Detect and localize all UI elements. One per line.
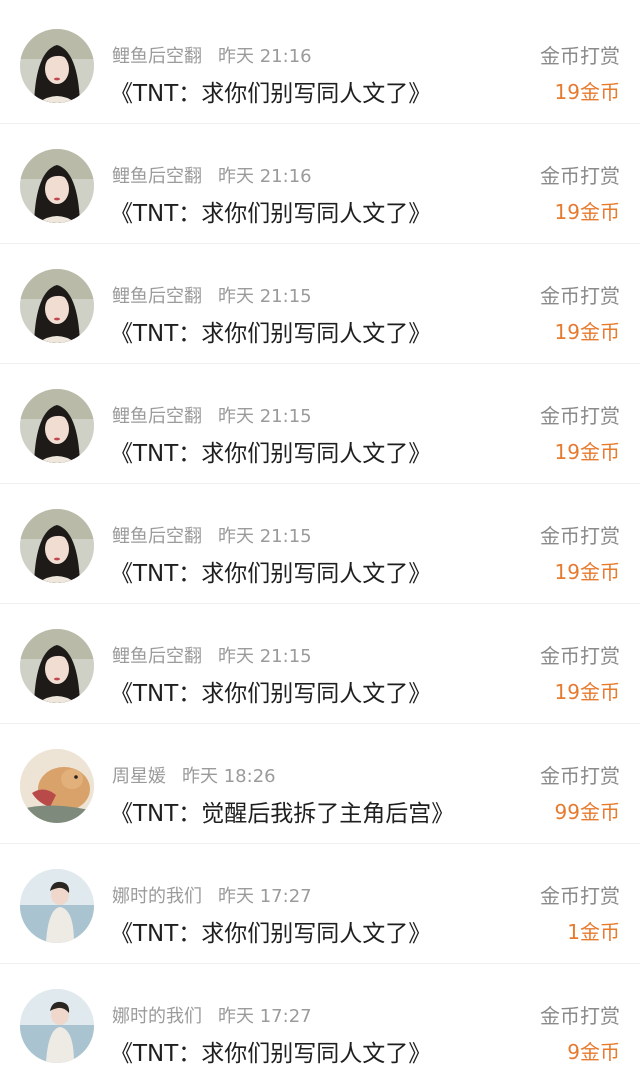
woman-dark-hair-avatar[interactable] bbox=[20, 509, 94, 583]
reward-row[interactable]: 鲤鱼后空翻 昨天 21:15 《TNT：求你们别写同人文了》 金币打赏 19金币 bbox=[0, 484, 640, 604]
action-label: 金币打赏 bbox=[540, 44, 620, 68]
coin-amount: 19金币 bbox=[554, 80, 620, 104]
reward-row[interactable]: 鲤鱼后空翻 昨天 21:15 《TNT：求你们别写同人文了》 金币打赏 19金币 bbox=[0, 604, 640, 724]
user-name[interactable]: 鲤鱼后空翻 bbox=[112, 646, 202, 667]
woman-dark-hair-avatar[interactable] bbox=[20, 629, 94, 703]
user-name[interactable]: 鲤鱼后空翻 bbox=[112, 526, 202, 547]
reward-row[interactable]: 娜时的我们 昨天 17:27 《TNT：求你们别写同人文了》 金币打赏 1金币 bbox=[0, 844, 640, 964]
coin-amount: 1金币 bbox=[567, 920, 620, 944]
coin-amount: 19金币 bbox=[554, 680, 620, 704]
action-label: 金币打赏 bbox=[540, 1004, 620, 1028]
timestamp: 昨天 21:15 bbox=[218, 286, 312, 307]
reward-row[interactable]: 鲤鱼后空翻 昨天 21:16 《TNT：求你们别写同人文了》 金币打赏 19金币 bbox=[0, 4, 640, 124]
book-title[interactable]: 《TNT：求你们别写同人文了》 bbox=[110, 674, 431, 708]
user-name[interactable]: 娜时的我们 bbox=[112, 1006, 202, 1027]
action-label: 金币打赏 bbox=[540, 764, 620, 788]
coin-amount: 19金币 bbox=[554, 320, 620, 344]
reward-row[interactable]: 周星媛 昨天 18:26 《TNT：觉醒后我拆了主角后宫》 金币打赏 99金币 bbox=[0, 724, 640, 844]
person-by-sea-avatar[interactable] bbox=[20, 869, 94, 943]
row-meta: 鲤鱼后空翻 昨天 21:15 bbox=[112, 282, 312, 308]
book-title[interactable]: 《TNT：求你们别写同人文了》 bbox=[110, 434, 431, 468]
row-meta: 周星媛 昨天 18:26 bbox=[112, 762, 276, 788]
row-meta: 娜时的我们 昨天 17:27 bbox=[112, 1002, 312, 1028]
timestamp: 昨天 21:16 bbox=[218, 46, 312, 67]
row-meta: 鲤鱼后空翻 昨天 21:16 bbox=[112, 162, 312, 188]
coin-amount: 19金币 bbox=[554, 200, 620, 224]
timestamp: 昨天 18:26 bbox=[182, 766, 276, 787]
action-label: 金币打赏 bbox=[540, 284, 620, 308]
book-title[interactable]: 《TNT：求你们别写同人文了》 bbox=[110, 314, 431, 348]
action-label: 金币打赏 bbox=[540, 524, 620, 548]
book-title[interactable]: 《TNT：觉醒后我拆了主角后宫》 bbox=[110, 794, 454, 828]
user-name[interactable]: 周星媛 bbox=[112, 766, 166, 787]
user-name[interactable]: 鲤鱼后空翻 bbox=[112, 406, 202, 427]
action-label: 金币打赏 bbox=[540, 164, 620, 188]
timestamp: 昨天 21:16 bbox=[218, 166, 312, 187]
reward-row[interactable]: 娜时的我们 昨天 17:27 《TNT：求你们别写同人文了》 金币打赏 9金币 bbox=[0, 964, 640, 1083]
timestamp: 昨天 17:27 bbox=[218, 1006, 312, 1027]
reward-list: 鲤鱼后空翻 昨天 21:16 《TNT：求你们别写同人文了》 金币打赏 19金币 … bbox=[0, 0, 640, 1083]
woman-dark-hair-avatar[interactable] bbox=[20, 269, 94, 343]
row-meta: 鲤鱼后空翻 昨天 21:16 bbox=[112, 42, 312, 68]
timestamp: 昨天 21:15 bbox=[218, 526, 312, 547]
woman-dark-hair-avatar[interactable] bbox=[20, 389, 94, 463]
user-name[interactable]: 鲤鱼后空翻 bbox=[112, 286, 202, 307]
row-meta: 娜时的我们 昨天 17:27 bbox=[112, 882, 312, 908]
user-name[interactable]: 鲤鱼后空翻 bbox=[112, 46, 202, 67]
book-title[interactable]: 《TNT：求你们别写同人文了》 bbox=[110, 74, 431, 108]
reward-row[interactable]: 鲤鱼后空翻 昨天 21:15 《TNT：求你们别写同人文了》 金币打赏 19金币 bbox=[0, 244, 640, 364]
user-name[interactable]: 鲤鱼后空翻 bbox=[112, 166, 202, 187]
coin-amount: 19金币 bbox=[554, 440, 620, 464]
book-title[interactable]: 《TNT：求你们别写同人文了》 bbox=[110, 194, 431, 228]
cat-avatar[interactable] bbox=[20, 749, 94, 823]
woman-dark-hair-avatar[interactable] bbox=[20, 149, 94, 223]
timestamp: 昨天 17:27 bbox=[218, 886, 312, 907]
coin-amount: 99金币 bbox=[554, 800, 620, 824]
user-name[interactable]: 娜时的我们 bbox=[112, 886, 202, 907]
action-label: 金币打赏 bbox=[540, 644, 620, 668]
person-by-sea-avatar[interactable] bbox=[20, 989, 94, 1063]
woman-dark-hair-avatar[interactable] bbox=[20, 29, 94, 103]
reward-row[interactable]: 鲤鱼后空翻 昨天 21:16 《TNT：求你们别写同人文了》 金币打赏 19金币 bbox=[0, 124, 640, 244]
coin-amount: 9金币 bbox=[567, 1040, 620, 1064]
coin-amount: 19金币 bbox=[554, 560, 620, 584]
timestamp: 昨天 21:15 bbox=[218, 406, 312, 427]
action-label: 金币打赏 bbox=[540, 884, 620, 908]
timestamp: 昨天 21:15 bbox=[218, 646, 312, 667]
row-meta: 鲤鱼后空翻 昨天 21:15 bbox=[112, 642, 312, 668]
book-title[interactable]: 《TNT：求你们别写同人文了》 bbox=[110, 554, 431, 588]
reward-row[interactable]: 鲤鱼后空翻 昨天 21:15 《TNT：求你们别写同人文了》 金币打赏 19金币 bbox=[0, 364, 640, 484]
action-label: 金币打赏 bbox=[540, 404, 620, 428]
row-meta: 鲤鱼后空翻 昨天 21:15 bbox=[112, 522, 312, 548]
book-title[interactable]: 《TNT：求你们别写同人文了》 bbox=[110, 1034, 431, 1068]
row-meta: 鲤鱼后空翻 昨天 21:15 bbox=[112, 402, 312, 428]
book-title[interactable]: 《TNT：求你们别写同人文了》 bbox=[110, 914, 431, 948]
